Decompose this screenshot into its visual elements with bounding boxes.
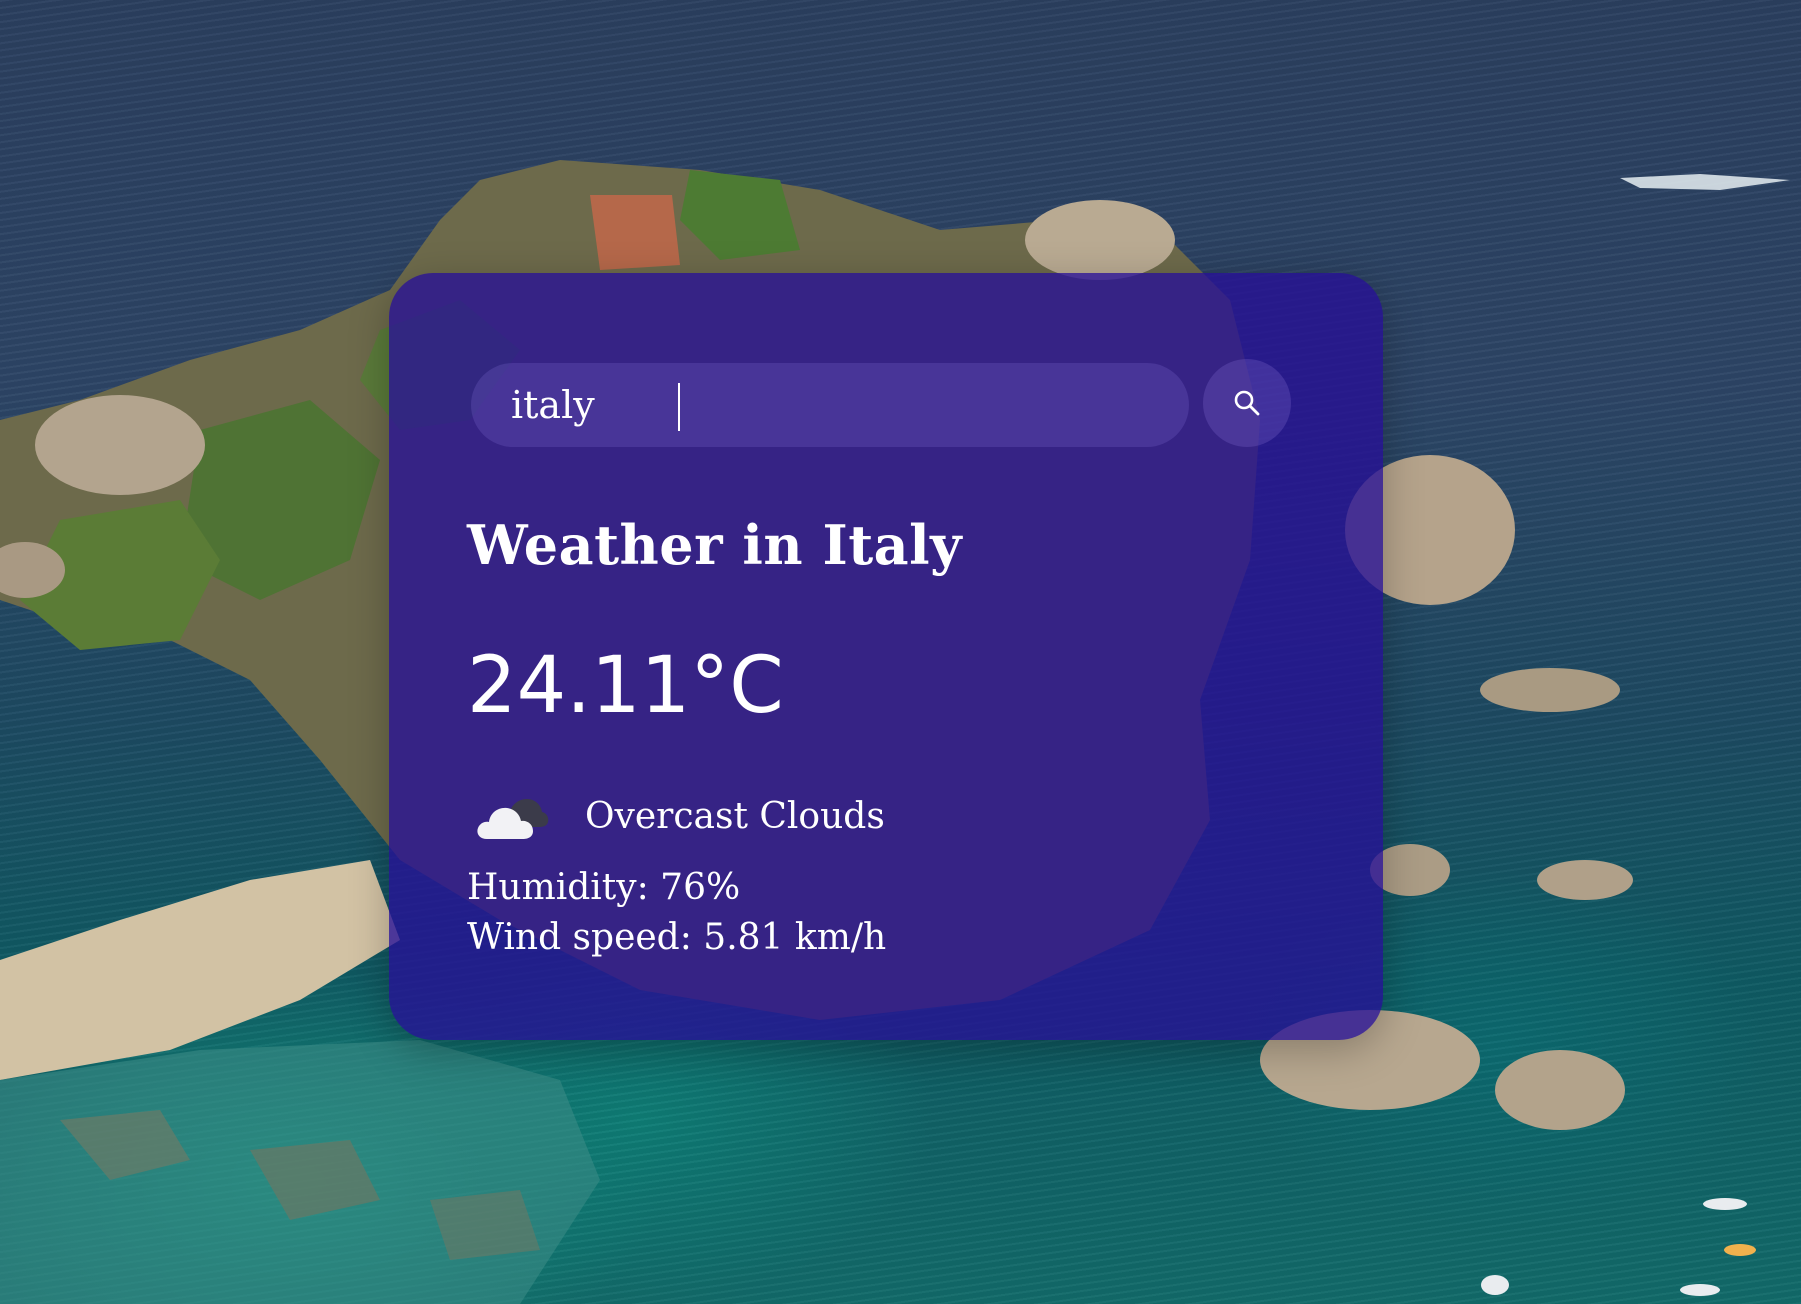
wind-speed-value: Wind speed: 5.81 km/h <box>467 917 887 958</box>
weather-card: Weather in Italy 24.11°C Overcast Clouds… <box>389 273 1383 1040</box>
search-icon <box>1234 390 1260 416</box>
overcast-clouds-icon <box>477 799 549 839</box>
humidity-value: Humidity: 76% <box>467 867 741 908</box>
condition-label: Overcast Clouds <box>585 795 885 837</box>
temperature: 24.11°C <box>467 641 784 731</box>
search-bar <box>471 359 1311 453</box>
weather-condition: Overcast Clouds <box>475 781 885 851</box>
search-input[interactable] <box>471 363 1189 447</box>
city-title: Weather in Italy <box>467 513 963 577</box>
search-button[interactable] <box>1203 359 1291 447</box>
text-caret <box>678 383 680 431</box>
